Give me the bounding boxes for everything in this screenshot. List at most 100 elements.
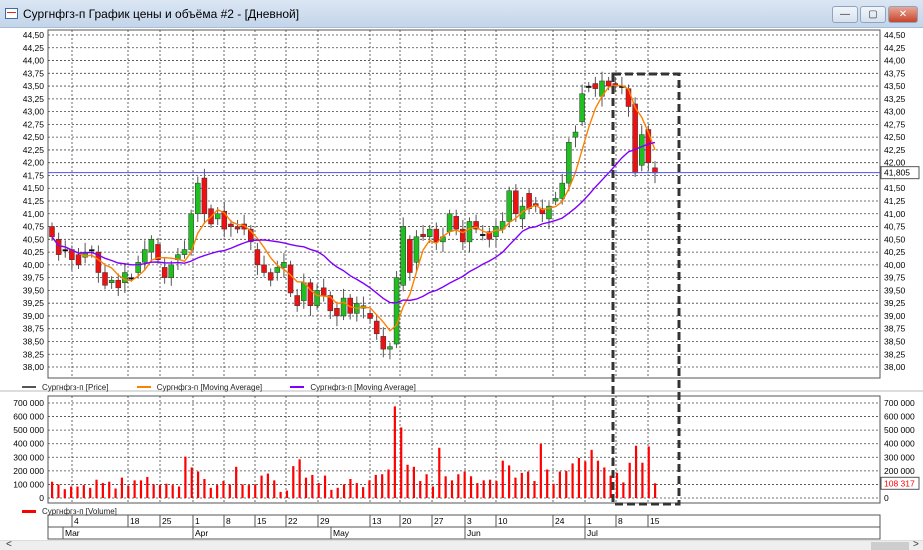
volume-bar <box>171 485 174 498</box>
candle-down <box>320 287 327 296</box>
volume-bar <box>463 471 466 498</box>
volume-bar <box>95 479 98 498</box>
candle-down <box>201 177 208 215</box>
volume-tick-left: 200 000 <box>13 466 44 476</box>
volume-bar <box>273 480 276 498</box>
date-tick-label: 1 <box>587 516 592 526</box>
price-tick-right: 38,25 <box>884 349 906 359</box>
price-tick-right: 39,25 <box>884 298 906 308</box>
date-tick-label: 29 <box>320 516 330 526</box>
volume-bar <box>260 475 263 498</box>
volume-bar <box>609 475 612 498</box>
price-tick-right: 41,00 <box>884 209 906 219</box>
volume-bar <box>76 486 79 498</box>
last-price-label: 41,805 <box>884 168 910 178</box>
candle-up <box>214 213 221 220</box>
candle-down <box>479 233 486 236</box>
volume-bar <box>438 447 441 498</box>
price-tick-right: 44,25 <box>884 43 906 53</box>
volume-bar <box>508 465 511 498</box>
price-tick-left: 43,25 <box>23 94 45 104</box>
month-label: Jul <box>587 528 598 538</box>
volume-bar <box>527 471 530 498</box>
price-tick-right: 42,50 <box>884 132 906 142</box>
volume-bar <box>584 461 587 498</box>
scrollbar-thumb[interactable] <box>871 542 909 550</box>
volume-bar <box>184 456 187 498</box>
candle-down <box>407 239 413 273</box>
candle-up <box>148 239 155 253</box>
price-tick-left: 40,50 <box>23 234 45 244</box>
candle-up <box>195 182 201 215</box>
volume-tick-left: 400 000 <box>13 439 44 449</box>
price-tick-right: 43,00 <box>884 107 906 117</box>
volume-bar <box>247 485 250 498</box>
scroll-right-arrow[interactable]: > <box>913 539 919 550</box>
price-tick-left: 42,00 <box>23 158 45 168</box>
volume-bar <box>476 483 479 498</box>
date-tick-label: 25 <box>162 516 172 526</box>
candle-down <box>592 83 599 89</box>
volume-tick-right: 600 000 <box>884 412 915 422</box>
candle-up <box>506 190 512 222</box>
volume-bar <box>152 484 155 498</box>
volume-bar <box>266 473 270 498</box>
candle-up <box>301 282 307 301</box>
volume-bar <box>469 476 473 498</box>
volume-bar <box>342 484 346 498</box>
candle-down <box>367 313 373 319</box>
volume-bar <box>292 466 295 498</box>
price-volume-chart[interactable]: 44,50 44,50 44,25 44,25 44,00 44,00 43,75 43,75… <box>0 0 923 540</box>
date-tick-label: 13 <box>372 516 382 526</box>
volume-tick-right: 700 000 <box>884 398 915 408</box>
price-tick-left: 40,75 <box>23 222 45 232</box>
volume-tick-right: 200 000 <box>884 466 915 476</box>
legend-price: Сургнфгз-п [Price] <box>22 383 108 392</box>
volume-bar <box>317 483 320 498</box>
date-tick-label: 1 <box>195 516 200 526</box>
candle-up <box>446 213 453 232</box>
candle-up <box>340 297 347 317</box>
price-tick-right: 39,50 <box>884 285 906 295</box>
volume-bar <box>533 481 536 498</box>
volume-bar <box>177 486 181 498</box>
volume-bar <box>482 480 485 498</box>
volume-bar <box>654 483 657 498</box>
legend-swatch <box>290 386 305 388</box>
price-tick-right: 42,75 <box>884 119 906 129</box>
candle-up <box>314 290 320 306</box>
date-tick-label: 18 <box>130 516 140 526</box>
candle-down <box>373 320 380 335</box>
price-tick-right: 43,25 <box>884 94 906 104</box>
candle-down <box>334 308 340 317</box>
price-plot-frame <box>47 29 881 379</box>
volume-tick-right: 300 000 <box>884 452 915 462</box>
volume-bar <box>565 470 568 498</box>
volume-bar <box>209 487 212 498</box>
price-tick-right: 42,25 <box>884 145 906 155</box>
candle-down <box>49 226 55 238</box>
candle-down <box>254 249 261 266</box>
volume-bar <box>298 459 301 498</box>
candle-down <box>261 264 267 273</box>
legend-volume: Сургнфгз-п [Volume] <box>22 507 117 516</box>
volume-bar <box>196 471 200 498</box>
volume-tick-right: 0 <box>884 493 889 503</box>
volume-legend: Сургнфгз-п [Volume] <box>22 506 143 516</box>
price-tick-right: 41,25 <box>884 196 906 206</box>
candle-up <box>108 279 115 283</box>
price-tick-left: 42,75 <box>23 119 45 129</box>
date-tick-label: 15 <box>650 516 660 526</box>
scroll-left-arrow[interactable]: < <box>6 539 12 550</box>
candle-up <box>426 228 433 238</box>
volume-bar <box>622 482 625 498</box>
horizontal-scrollbar[interactable]: < > <box>0 539 923 550</box>
candle-down <box>307 282 314 306</box>
price-tick-right: 44,50 <box>884 30 906 40</box>
volume-bar <box>254 484 257 498</box>
volume-bar <box>355 483 358 498</box>
volume-bar <box>70 486 73 498</box>
volume-bar <box>514 477 517 498</box>
price-tick-right: 38,50 <box>884 336 906 346</box>
volume-bar <box>101 483 104 498</box>
